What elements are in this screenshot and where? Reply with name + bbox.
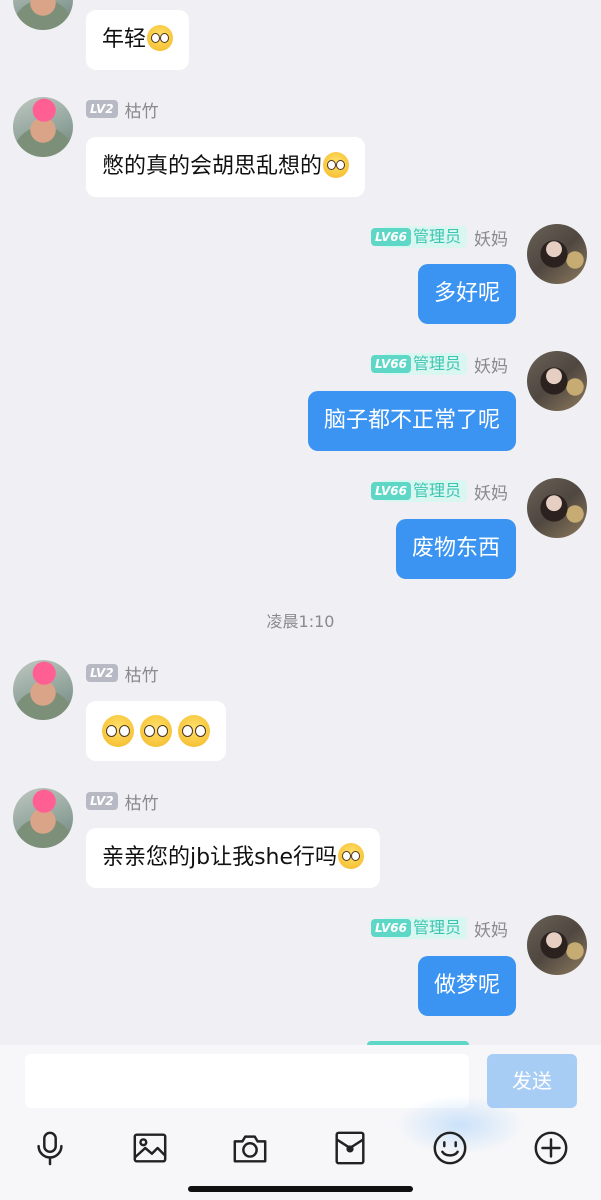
message-bubble[interactable] xyxy=(86,701,226,761)
timestamp: 凌晨1:10 xyxy=(266,612,335,631)
camera-icon[interactable] xyxy=(230,1128,270,1168)
message-text: 做梦呢 xyxy=(433,973,500,998)
admin-avatar[interactable] xyxy=(527,478,587,538)
sender-name: 枯竹 xyxy=(124,665,159,686)
sender-meta: LV2 枯竹 xyxy=(86,98,159,122)
message-text: 脑子都不正常了呢 xyxy=(323,408,500,433)
message-text: 亲亲您的jb让我she行吗 xyxy=(102,845,338,870)
message-bubble[interactable]: 脑子都不正常了呢 xyxy=(307,391,516,451)
sender-avatar[interactable] xyxy=(13,0,73,30)
sender-meta: LV2 枯竹 xyxy=(86,662,159,686)
sender-name: 枯竹 xyxy=(124,101,159,122)
flushed-face-emoji-icon xyxy=(338,843,365,869)
message-bubble[interactable]: 做梦呢 xyxy=(417,956,516,1016)
sender-meta: LV2 枯竹 xyxy=(86,790,159,814)
chat-area[interactable]: 年轻 LV2 枯竹 憋的真的会胡思乱想的 LV66 管理员 妖妈 多好呢 LV66… xyxy=(0,0,601,1045)
flushed-face-emoji-icon xyxy=(323,152,350,178)
sender-meta: LV66 管理员 妖妈 xyxy=(367,353,508,377)
message-bubble[interactable]: 废物东西 xyxy=(395,519,516,579)
level-badge: LV2 xyxy=(86,100,118,118)
admin-avatar[interactable] xyxy=(527,351,587,411)
message-text: 憋的真的会胡思乱想的 xyxy=(102,154,323,179)
message-text: 废物东西 xyxy=(411,536,500,561)
message-bubble[interactable]: 憋的真的会胡思乱想的 xyxy=(86,137,366,197)
sender-meta: LV66 管理员 妖妈 xyxy=(367,480,508,504)
message-bubble[interactable]: 年轻 xyxy=(86,10,190,70)
pleading-face-emoji-icon xyxy=(147,25,174,51)
red-packet-icon[interactable] xyxy=(330,1128,370,1168)
sender-name: 妖妈 xyxy=(474,920,508,941)
sender-avatar[interactable] xyxy=(13,660,73,720)
sender-meta: LV66 管理员 妖妈 xyxy=(367,226,508,250)
pleading-face-emoji-icon xyxy=(102,715,134,747)
level-badge: LV66 xyxy=(371,355,411,373)
level-badge: LV66 xyxy=(371,228,411,246)
emoji-icon[interactable] xyxy=(430,1128,470,1168)
level-badge: LV66 xyxy=(371,919,411,937)
sender-name: 妖妈 xyxy=(474,229,508,250)
plus-icon[interactable] xyxy=(531,1128,571,1168)
sender-name: 妖妈 xyxy=(474,483,508,504)
admin-avatar[interactable] xyxy=(527,915,587,975)
admin-avatar[interactable] xyxy=(527,224,587,284)
pleading-face-emoji-icon xyxy=(140,715,172,747)
microphone-icon[interactable] xyxy=(30,1128,70,1168)
message-bubble[interactable]: 亲亲您的jb让我she行吗 xyxy=(86,828,381,888)
sender-avatar[interactable] xyxy=(13,788,73,848)
sender-avatar[interactable] xyxy=(13,97,73,157)
message-text: 多好呢 xyxy=(433,281,500,306)
level-badge: LV2 xyxy=(86,664,118,682)
pleading-face-emoji-icon xyxy=(178,715,210,747)
sender-name: 枯竹 xyxy=(124,793,159,814)
home-indicator xyxy=(188,1186,413,1192)
message-input[interactable] xyxy=(25,1054,469,1108)
send-button[interactable]: 发送 xyxy=(487,1054,577,1108)
message-bubble[interactable]: 多好呢 xyxy=(417,264,516,324)
message-text: 年轻 xyxy=(102,27,147,52)
level-badge: LV66 xyxy=(371,482,411,500)
sender-name: 妖妈 xyxy=(474,356,508,377)
sender-meta: LV66 管理员 妖妈 xyxy=(367,917,508,941)
image-icon[interactable] xyxy=(130,1128,170,1168)
level-badge: LV2 xyxy=(86,792,118,810)
